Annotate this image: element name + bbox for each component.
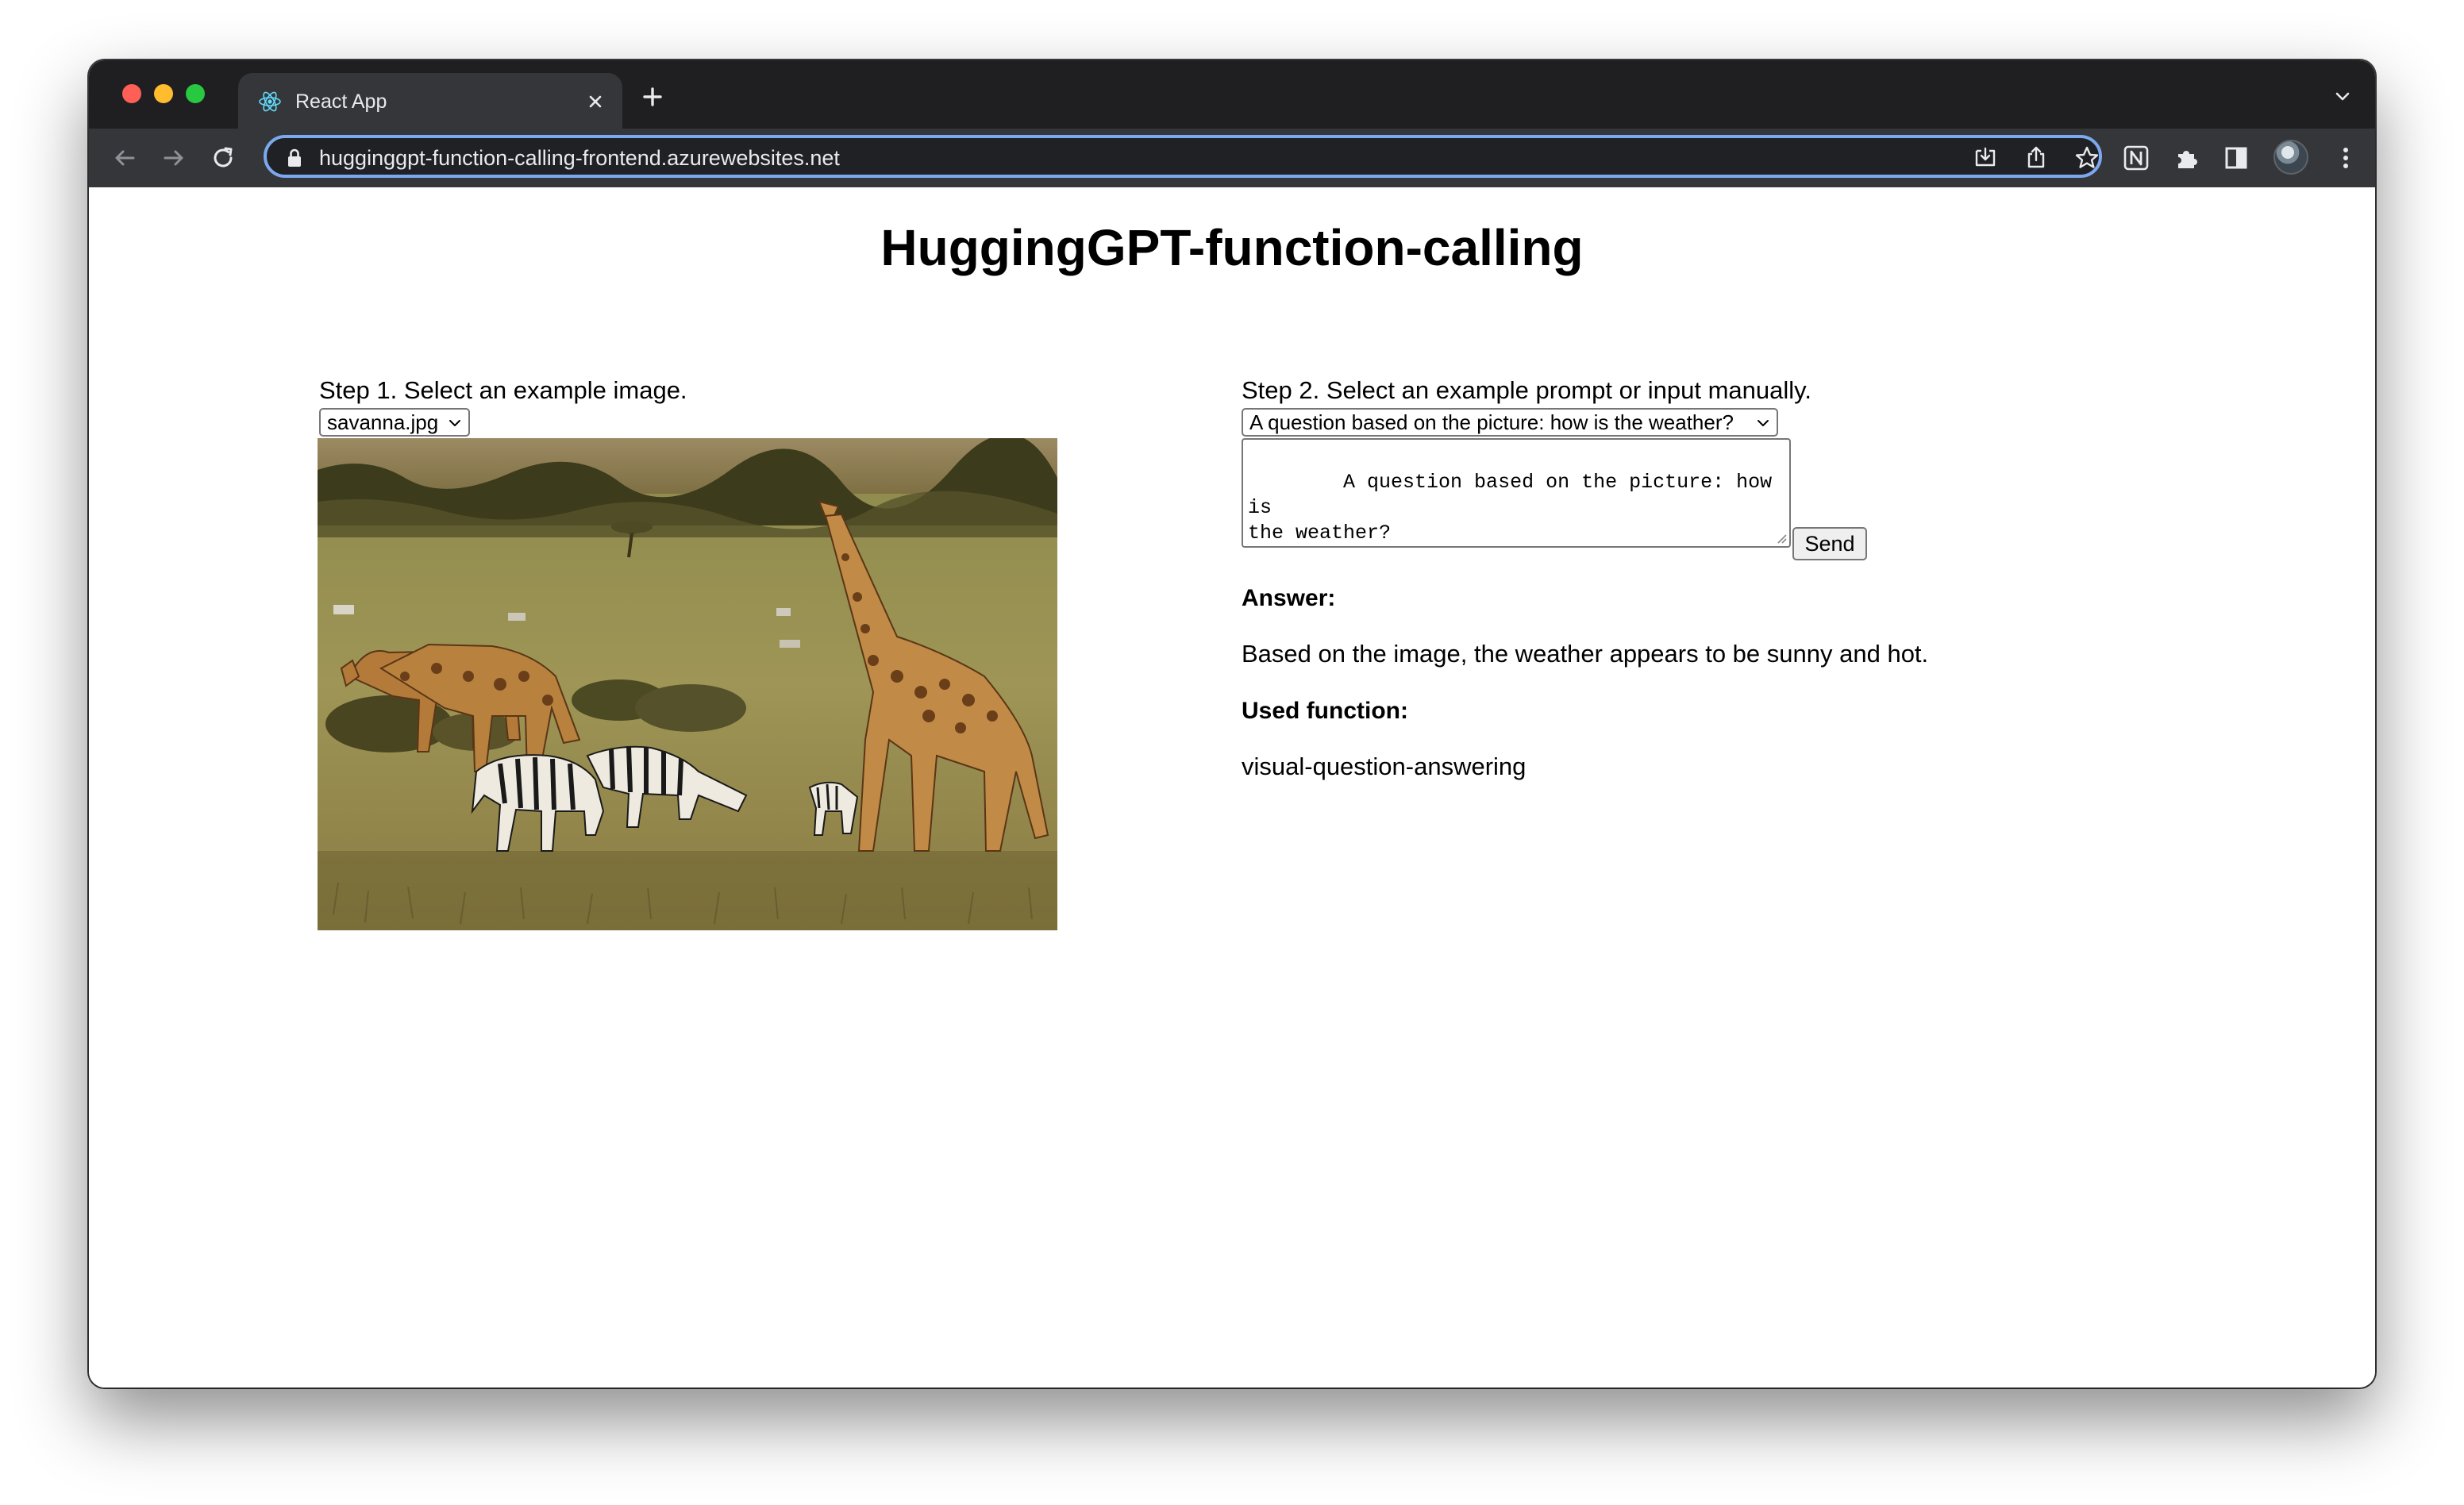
tab-close-icon[interactable] [583,89,608,114]
profile-avatar[interactable] [2273,140,2308,175]
forward-arrow-icon[interactable] [159,143,189,173]
browser-tab[interactable]: React App [238,73,622,129]
back-arrow-icon[interactable] [110,143,140,173]
tab-strip: React App [89,60,2375,129]
step1-label: Step 1. Select an example image. [319,376,687,404]
share-icon[interactable] [2023,144,2050,171]
browser-toolbar: hugginggpt-function-calling-frontend.azu… [89,129,2375,187]
tab-search-chevron-icon[interactable] [2331,84,2354,108]
used-function-text: visual-question-answering [1242,752,1527,780]
close-window-button[interactable] [122,84,141,103]
image-select[interactable]: savanna.jpg [319,408,470,437]
step2-label: Step 2. Select an example prompt or inpu… [1242,376,1811,404]
used-function-heading: Used function: [1242,698,1408,724]
plus-icon [643,87,662,106]
minimize-window-button[interactable] [154,84,173,103]
lock-icon[interactable] [286,148,303,168]
screenshot-stage: React App hugginggpt-function-calling-fr… [0,0,2464,1505]
send-button[interactable]: Send [1792,527,1867,560]
bookmark-star-icon[interactable] [2073,144,2100,171]
answer-text: Based on the image, the weather appears … [1242,640,1929,668]
reload-icon[interactable] [208,143,238,173]
savanna-image [318,438,1057,930]
chevron-down-icon [449,420,460,426]
prompt-textarea[interactable]: A question based on the picture: how is … [1242,438,1791,548]
maximize-window-button[interactable] [186,84,205,103]
page-title: HuggingGPT-function-calling [880,219,1584,276]
browser-window: React App hugginggpt-function-calling-fr… [89,60,2375,1388]
notion-extension-icon[interactable] [2121,143,2151,173]
install-app-icon[interactable] [1972,144,1999,171]
resize-grip-icon[interactable] [1775,532,1788,545]
chevron-down-icon [1758,420,1769,426]
side-panel-icon[interactable] [2221,143,2251,173]
react-logo-icon [259,91,281,112]
url-text: hugginggpt-function-calling-frontend.azu… [319,146,840,170]
tab-title: React App [295,90,387,113]
answer-heading: Answer: [1242,585,1336,611]
image-select-value: savanna.jpg [327,410,439,434]
new-tab-button[interactable] [637,81,668,113]
page-content: HuggingGPT-function-calling Step 1. Sele… [89,187,2375,1388]
prompt-select[interactable]: A question based on the picture: how is … [1242,408,1778,437]
extensions-puzzle-icon[interactable] [2172,143,2202,173]
close-icon [589,95,602,108]
address-bar[interactable]: hugginggpt-function-calling-frontend.azu… [264,135,2102,178]
more-menu-icon[interactable] [2331,143,2361,173]
prompt-textarea-text: A question based on the picture: how is … [1248,471,1773,545]
prompt-select-value: A question based on the picture: how is … [1249,410,1734,434]
